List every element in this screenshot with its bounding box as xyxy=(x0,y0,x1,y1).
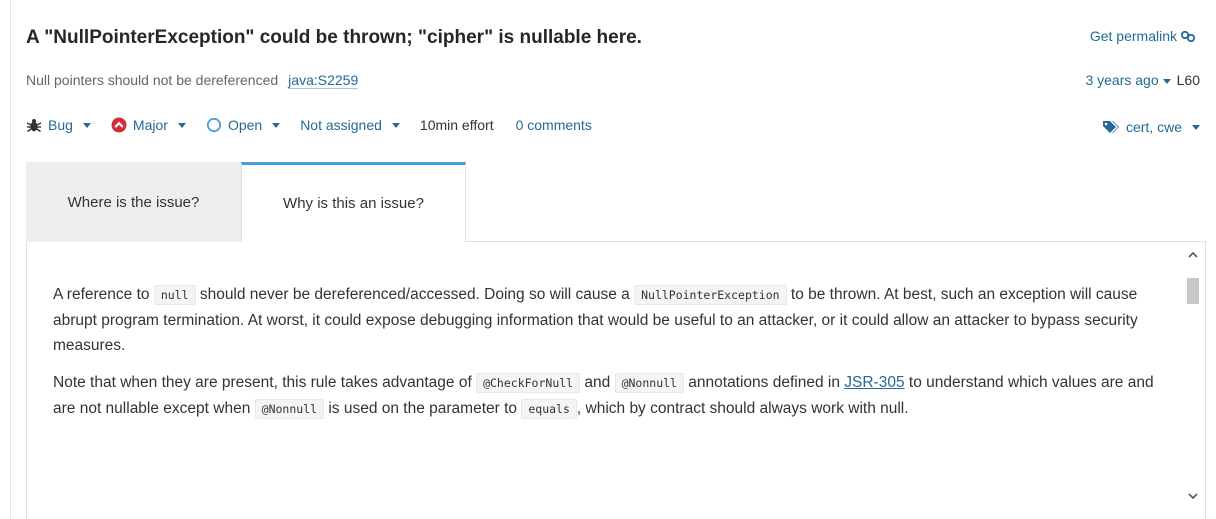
issue-tabs: Where is the issue? Why is this an issue… xyxy=(26,162,1206,242)
tab-where-is-the-issue[interactable]: Where is the issue? xyxy=(26,162,241,242)
assignee-label: Not assigned xyxy=(300,117,382,133)
code-npe: NullPointerException xyxy=(634,285,787,305)
chevron-down-icon xyxy=(82,122,91,128)
status-label: Open xyxy=(227,117,263,133)
text: should never be dereferenced/accessed. D… xyxy=(195,286,635,303)
permalink-label: Get permalink xyxy=(1089,28,1177,44)
severity-label: Major xyxy=(132,117,168,133)
issue-page: A "NullPointerException" could be thrown… xyxy=(0,0,1216,519)
line-number: L60 xyxy=(1176,72,1200,88)
chevron-down-icon xyxy=(1192,124,1200,130)
description-paragraph-2: Note that when they are present, this ru… xyxy=(53,370,1163,422)
issue-meta: 3 years ago L60 xyxy=(1085,72,1200,88)
text: and xyxy=(580,374,615,391)
description-paragraph-1: A reference to null should never be dere… xyxy=(53,282,1163,358)
scrollbar-thumb[interactable] xyxy=(1187,278,1199,304)
text: is used on the parameter to xyxy=(324,400,522,417)
tags-dropdown[interactable]: cert, cwe xyxy=(1102,119,1200,135)
issue-title: A "NullPointerException" could be thrown… xyxy=(26,27,642,48)
text: A reference to xyxy=(53,286,154,303)
open-status-icon xyxy=(206,117,222,133)
permalink-link[interactable]: Get permalink xyxy=(1090,28,1196,44)
issue-toolbar: Bug Major Open Not assigned 10min effort… xyxy=(26,117,592,133)
type-label: Bug xyxy=(48,117,73,133)
jsr-305-link[interactable]: JSR-305 xyxy=(844,374,904,391)
text: Note that when they are present, this ru… xyxy=(53,374,477,391)
chevron-down-icon xyxy=(391,122,400,128)
age-dropdown[interactable]: 3 years ago xyxy=(1085,72,1171,88)
major-severity-icon xyxy=(111,117,127,133)
code-nonnull-2: @Nonnull xyxy=(254,399,325,419)
tab-why-is-this-an-issue[interactable]: Why is this an issue? xyxy=(241,162,466,242)
rule-name: Null pointers should not be dereferenced xyxy=(26,72,279,88)
tags-icon xyxy=(1102,121,1119,133)
text: , which by contract should always work w… xyxy=(576,400,909,417)
code-checkfornull: @CheckForNull xyxy=(476,373,581,393)
effort-label: 10min effort xyxy=(419,117,494,133)
scroll-up-icon[interactable] xyxy=(1187,250,1199,260)
age-label: 3 years ago xyxy=(1085,72,1159,88)
tags-label: cert, cwe xyxy=(1125,119,1182,135)
comments-link[interactable]: 0 comments xyxy=(516,117,592,133)
link-icon xyxy=(1180,30,1196,43)
bug-icon xyxy=(26,119,42,133)
type-dropdown[interactable]: Bug xyxy=(26,117,91,133)
rule-key-link[interactable]: java:S2259 xyxy=(288,72,359,89)
rule-line: Null pointers should not be dereferenced… xyxy=(26,72,359,89)
rule-description-panel: A reference to null should never be dere… xyxy=(26,242,1206,519)
severity-dropdown[interactable]: Major xyxy=(111,117,186,133)
rule-description: A reference to null should never be dere… xyxy=(53,282,1163,434)
chevron-down-icon xyxy=(1162,78,1171,84)
code-nonnull: @Nonnull xyxy=(614,373,684,393)
chevron-down-icon xyxy=(177,122,186,128)
vertical-scrollbar[interactable] xyxy=(1181,242,1205,519)
tab-where-label: Where is the issue? xyxy=(67,193,200,211)
left-edge xyxy=(10,0,11,519)
text: annotations defined in xyxy=(683,374,845,391)
chevron-down-icon xyxy=(272,122,281,128)
scroll-down-icon[interactable] xyxy=(1187,491,1199,501)
assignee-dropdown[interactable]: Not assigned xyxy=(300,117,400,133)
code-equals: equals xyxy=(521,399,577,419)
tab-why-label: Why is this an issue? xyxy=(283,195,424,212)
status-dropdown[interactable]: Open xyxy=(206,117,281,133)
code-null: null xyxy=(153,285,196,305)
